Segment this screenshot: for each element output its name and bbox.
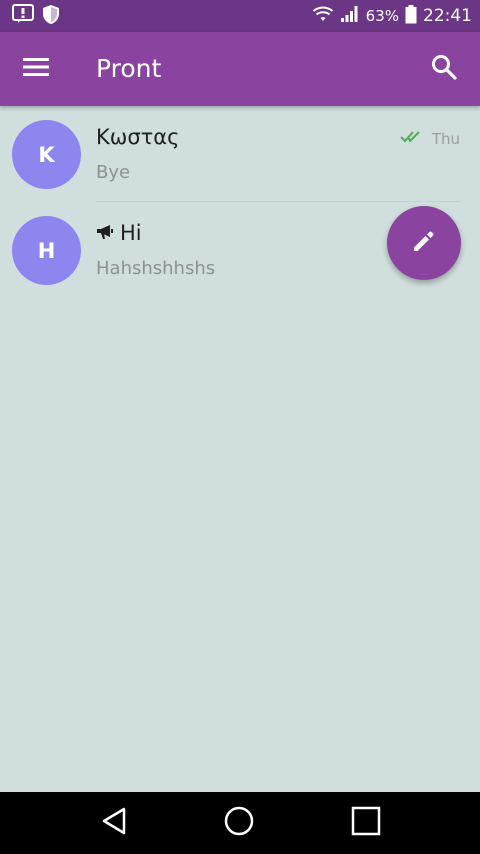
pencil-icon xyxy=(411,228,437,258)
home-icon xyxy=(223,805,255,841)
megaphone-icon xyxy=(96,221,114,245)
avatar: K xyxy=(12,120,81,189)
app-bar: Pront xyxy=(0,32,480,106)
menu-icon xyxy=(23,57,49,81)
chat-name-text: Κωστας xyxy=(96,125,180,149)
chat-preview: Hahshshhshs xyxy=(96,258,216,279)
chat-preview: Bye xyxy=(96,162,131,183)
status-right-icons: 63% 22:41 xyxy=(312,4,472,28)
double-check-icon xyxy=(400,130,426,148)
compose-button[interactable] xyxy=(387,206,461,280)
app-title: Pront xyxy=(96,54,162,83)
battery-percent: 63% xyxy=(365,7,399,25)
status-left-icons xyxy=(12,4,60,29)
recents-icon xyxy=(351,806,381,840)
avatar: H xyxy=(12,216,81,285)
recents-button[interactable] xyxy=(344,801,388,845)
back-button[interactable] xyxy=(92,801,136,845)
chat-name: Κωστας xyxy=(96,125,179,149)
shield-icon xyxy=(42,4,60,29)
home-button[interactable] xyxy=(217,801,261,845)
battery-icon xyxy=(405,4,417,28)
signal-icon xyxy=(340,5,360,27)
search-icon xyxy=(431,54,457,84)
chat-name: Hi xyxy=(96,221,142,245)
chat-meta: Thu xyxy=(400,130,460,148)
back-icon xyxy=(100,806,128,840)
chat-item[interactable]: K Κωστας Bye Thu xyxy=(0,106,480,202)
chat-time: Thu xyxy=(431,130,460,148)
status-time: 22:41 xyxy=(423,6,472,26)
alert-icon xyxy=(12,4,34,28)
status-bar: 63% 22:41 xyxy=(0,0,480,32)
menu-button[interactable] xyxy=(14,47,58,91)
chat-name-text: Hi xyxy=(120,221,142,245)
wifi-icon xyxy=(312,5,334,27)
navigation-bar xyxy=(0,792,480,854)
search-button[interactable] xyxy=(422,47,466,91)
